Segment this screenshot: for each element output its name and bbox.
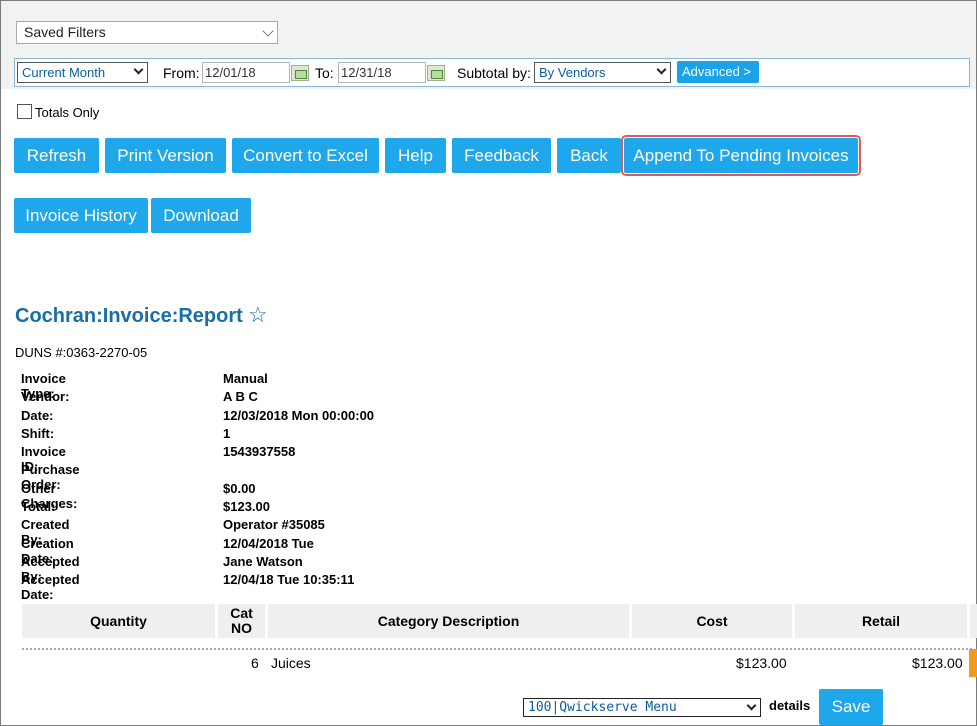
invoice-history-button[interactable]: Invoice History — [14, 198, 148, 233]
cell-cost: $123.00 — [736, 655, 787, 671]
subtotal-value: By Vendors — [539, 65, 606, 80]
chevron-down-icon — [262, 25, 274, 37]
chevron-down-icon — [746, 700, 757, 711]
save-button[interactable]: Save — [819, 689, 883, 725]
detail-value: 12/04/2018 Tue — [223, 535, 314, 551]
advanced-button[interactable]: Advanced > — [677, 61, 759, 83]
column-header-extra — [970, 604, 977, 638]
totals-only-label: Totals Only — [35, 105, 100, 120]
to-date-input[interactable]: 12/31/18 — [338, 62, 426, 83]
calendar-icon[interactable] — [291, 65, 309, 81]
column-header-retail[interactable]: Retail — [795, 604, 967, 638]
saved-filters-select[interactable]: Saved Filters — [16, 21, 278, 44]
detail-value: $123.00 — [223, 499, 270, 515]
append-to-pending-invoices-button[interactable]: Append To Pending Invoices — [621, 135, 861, 176]
details-label: details — [769, 698, 811, 713]
detail-value: Manual — [223, 371, 268, 386]
totals-only-checkbox[interactable]: Totals Only — [17, 104, 99, 120]
saved-filters-label: Saved Filters — [24, 24, 106, 40]
column-header-quantity[interactable]: Quantity — [22, 604, 215, 638]
refresh-button[interactable]: Refresh — [14, 138, 99, 173]
subtotal-label: Subtotal by: — [457, 65, 531, 81]
cell-quantity: 6 — [251, 655, 259, 671]
convert-to-excel-button[interactable]: Convert to Excel — [232, 138, 379, 173]
period-value: Current Month — [22, 65, 106, 80]
detail-value: A B C — [223, 389, 258, 405]
detail-value: 12/03/2018 Mon 00:00:00 — [223, 407, 375, 423]
from-date-value: 12/01/18 — [205, 65, 256, 80]
detail-value: Jane Watson — [223, 553, 303, 569]
detail-label: Date: — [21, 407, 54, 423]
menu-value: 100|Qwickserve Menu — [528, 700, 677, 715]
advanced-label: Advanced > — [682, 64, 752, 79]
detail-label: Shift: — [21, 425, 55, 441]
menu-select[interactable]: 100|Qwickserve Menu — [523, 698, 761, 717]
feedback-button[interactable]: Feedback — [452, 138, 551, 173]
detail-label: Total: — [21, 499, 56, 515]
calendar-icon[interactable] — [427, 65, 445, 81]
cell-description: Juices — [271, 655, 311, 671]
checkbox-icon[interactable] — [17, 104, 32, 119]
chevron-down-icon — [133, 64, 144, 75]
row-divider — [22, 648, 972, 650]
from-date-input[interactable]: 12/01/18 — [202, 62, 290, 83]
detail-label: Vendor: — [21, 389, 70, 405]
chevron-down-icon — [656, 64, 667, 75]
favorite-star-icon[interactable]: ☆ — [248, 302, 268, 328]
to-label: To: — [315, 65, 334, 81]
detail-value: Operator #35085 — [223, 517, 325, 533]
cell-retail: $123.00 — [912, 655, 963, 671]
duns-number: DUNS #:0363-2270-05 — [15, 345, 148, 360]
row-indicator — [969, 649, 977, 677]
detail-value: 1543937558 — [223, 444, 296, 460]
column-header-cost[interactable]: Cost — [632, 604, 792, 638]
filter-row: Current Month From: 12/01/18 To: 12/31/1… — [14, 58, 970, 87]
detail-label: Accepted Date: — [21, 572, 80, 603]
detail-value: $0.00 — [223, 480, 256, 496]
download-button[interactable]: Download — [151, 198, 251, 233]
period-select[interactable]: Current Month — [17, 62, 148, 83]
column-header-category-description[interactable]: Category Description — [268, 604, 629, 638]
report-title: Cochran:Invoice:Report — [15, 305, 243, 327]
help-button[interactable]: Help — [385, 138, 446, 173]
to-date-value: 12/31/18 — [341, 65, 392, 80]
detail-value: 1 — [223, 425, 231, 441]
detail-value: 12/04/18 Tue 10:35:11 — [223, 572, 355, 588]
subtotal-select[interactable]: By Vendors — [534, 62, 671, 83]
back-button[interactable]: Back — [557, 138, 621, 173]
print-version-button[interactable]: Print Version — [105, 138, 226, 173]
from-label: From: — [163, 65, 200, 81]
column-header-cat-no[interactable]: Cat NO — [218, 604, 265, 638]
